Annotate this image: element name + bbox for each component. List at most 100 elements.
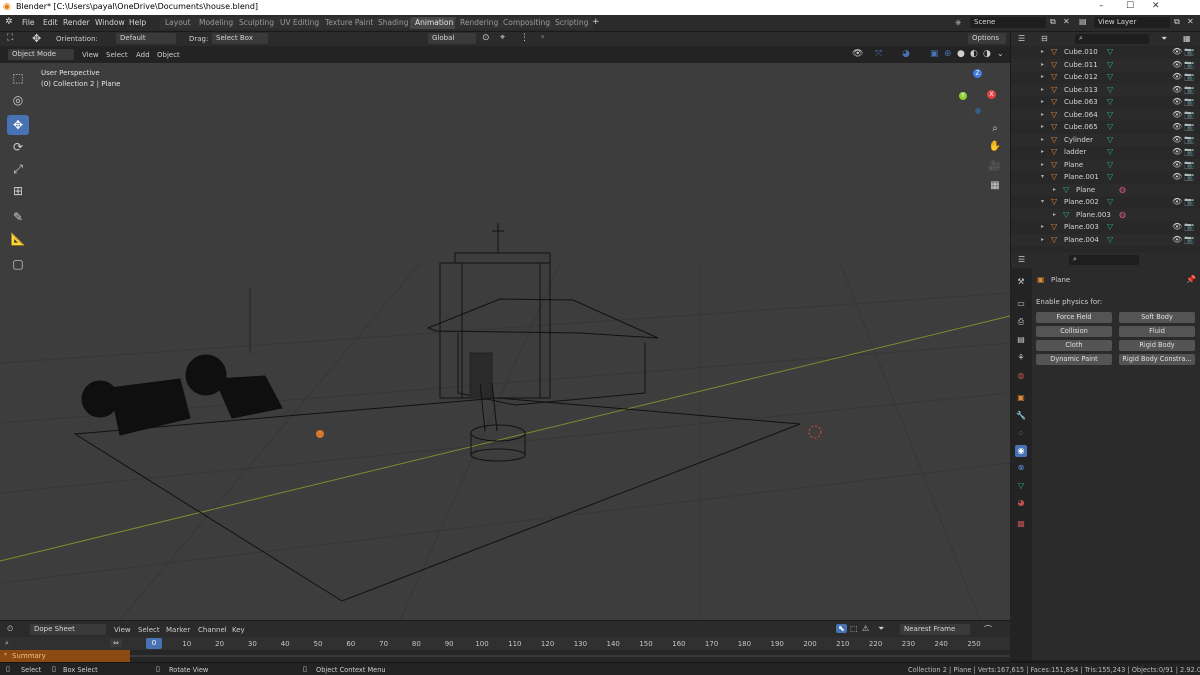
render-tab-icon[interactable]: ▭ <box>1015 298 1027 310</box>
xray-toggle-icon[interactable]: ▣ <box>930 49 939 59</box>
expand-arrow-icon[interactable]: ▸ <box>1041 123 1044 130</box>
scene-selector[interactable]: Scene <box>970 17 1046 28</box>
frame-ruler[interactable]: ⌕ ⇔ 0 10 20 30 40 50 60 70 80 90 100 110 120 130 140 1… <box>0 637 1010 650</box>
visibility-icon[interactable]: 👁 <box>852 49 863 59</box>
dopesheet-menu-key[interactable]: Key <box>232 626 245 634</box>
viewport-menu-view[interactable]: View <box>82 51 99 59</box>
visibility-eye-icon[interactable]: 👁 <box>1172 147 1182 156</box>
rigid-body-constraint-button[interactable]: Rigid Body Constra... <box>1119 354 1195 365</box>
material-icon[interactable]: ◍ <box>1119 210 1126 219</box>
mesh-data-icon[interactable]: ▽ <box>1107 85 1113 94</box>
mesh-data-icon[interactable]: ▽ <box>1107 97 1113 106</box>
blender-menu-icon[interactable]: ✲ <box>5 17 13 27</box>
menu-help[interactable]: Help <box>129 18 146 27</box>
expand-arrow-icon[interactable]: ▸ <box>1041 161 1044 168</box>
expand-icon[interactable]: ▾ <box>4 651 7 658</box>
summary-channel[interactable]: ▾ Summary <box>0 650 130 662</box>
shading-options-icon[interactable]: ⌄ <box>997 49 1004 58</box>
ruler-search-icon[interactable]: ⌕ <box>5 639 9 648</box>
mesh-data-icon[interactable]: ▽ <box>1107 72 1113 81</box>
zoom-icon[interactable]: ⌕ <box>986 120 1004 138</box>
particles-tab-icon[interactable]: ⁘ <box>1015 428 1027 440</box>
viewport-menu-object[interactable]: Object <box>157 51 180 59</box>
soft-body-button[interactable]: Soft Body <box>1119 312 1195 323</box>
collapse-arrow-icon[interactable]: ▾ <box>1041 173 1044 180</box>
material-tab-icon[interactable]: ◕ <box>1015 497 1027 509</box>
close-button[interactable]: ✕ <box>1152 1 1160 11</box>
mesh-data-icon[interactable]: ▽ <box>1107 197 1113 206</box>
scene-tab-icon[interactable]: ⚘ <box>1015 352 1027 364</box>
visibility-eye-icon[interactable]: 👁 <box>1172 97 1182 106</box>
mesh-data-icon[interactable]: ▽ <box>1107 160 1113 169</box>
outliner-row[interactable]: ▸ ▽ Cylinder ▽ 👁 📷 <box>1011 133 1200 146</box>
mesh-data-icon[interactable]: ▽ <box>1107 222 1113 231</box>
outliner-row[interactable]: ▸ ▽ Cube.012 ▽ 👁 📷 <box>1011 71 1200 84</box>
orientation-dropdown[interactable]: Default <box>116 33 176 44</box>
render-camera-icon[interactable]: 📷 <box>1184 172 1194 181</box>
maximize-button[interactable]: ☐ <box>1126 1 1134 11</box>
minimize-button[interactable]: – <box>1099 1 1104 11</box>
solid-shading-icon[interactable]: ● <box>957 49 965 59</box>
visibility-eye-icon[interactable]: 👁 <box>1172 235 1182 244</box>
only-selected-icon[interactable]: ⬉ <box>836 624 847 633</box>
expand-arrow-icon[interactable]: ▸ <box>1041 223 1044 230</box>
render-camera-icon[interactable]: 📷 <box>1184 147 1194 156</box>
ortho-toggle-icon[interactable]: ▦ <box>986 177 1004 195</box>
mesh-data-icon[interactable]: ▽ <box>1107 135 1113 144</box>
outliner-editor-icon[interactable]: ☰ <box>1018 34 1025 43</box>
measure-tool-icon[interactable]: 📐 <box>7 229 29 249</box>
current-frame-indicator[interactable]: 0 <box>146 638 162 649</box>
tab-layout[interactable]: Layout <box>160 17 196 29</box>
render-camera-icon[interactable]: 📷 <box>1184 135 1194 144</box>
new-view-layer-icon[interactable]: ⧉ <box>1174 17 1180 27</box>
viewport-menu-select[interactable]: Select <box>106 51 128 59</box>
visibility-eye-icon[interactable]: 👁 <box>1172 135 1182 144</box>
overlay-toggle-icon[interactable]: ◕ <box>902 49 910 59</box>
render-camera-icon[interactable]: 📷 <box>1184 60 1194 69</box>
tab-shading[interactable]: Shading <box>373 17 414 29</box>
select-tool-icon[interactable]: ⬚ <box>7 68 29 88</box>
mesh-data-icon[interactable]: ▽ <box>1107 122 1113 131</box>
material-icon[interactable]: ◍ <box>1119 185 1126 194</box>
render-camera-icon[interactable]: 📷 <box>1184 160 1194 169</box>
rigid-body-button[interactable]: Rigid Body <box>1119 340 1195 351</box>
expand-arrow-icon[interactable]: ▸ <box>1041 111 1044 118</box>
proportional-falloff-icon[interactable]: ⌒ <box>984 624 992 635</box>
add-cube-tool-icon[interactable]: ▢ <box>7 254 29 274</box>
tab-uv-editing[interactable]: UV Editing <box>275 17 325 29</box>
snap-target-icon[interactable]: ⋮ <box>520 33 529 43</box>
render-camera-icon[interactable]: 📷 <box>1184 47 1194 56</box>
tab-sculpting[interactable]: Sculpting <box>234 17 280 29</box>
delete-view-layer-icon[interactable]: ✕ <box>1187 17 1194 26</box>
gizmo-z-axis[interactable]: Z <box>973 69 982 78</box>
visibility-eye-icon[interactable]: 👁 <box>1172 72 1182 81</box>
constraints-tab-icon[interactable]: ⊗ <box>1015 462 1027 474</box>
options-dropdown[interactable]: Options <box>968 33 1006 44</box>
add-workspace-button[interactable]: + <box>592 17 600 27</box>
view-layer-selector[interactable]: View Layer <box>1094 17 1170 28</box>
filter-icon[interactable]: ⏷ <box>1161 34 1167 44</box>
cursor-tool-icon[interactable]: ◎ <box>7 90 29 110</box>
wireframe-shading-icon[interactable]: ⊕ <box>944 49 952 59</box>
dopesheet-menu-select[interactable]: Select <box>138 626 160 634</box>
drag-dropdown[interactable]: Select Box <box>212 33 268 44</box>
new-scene-icon[interactable]: ⧉ <box>1050 17 1056 27</box>
delete-scene-icon[interactable]: ✕ <box>1063 17 1070 26</box>
outliner-row[interactable]: ▸ ▽ Plane.003 ▽ 👁 📷 <box>1011 221 1200 234</box>
expand-arrow-icon[interactable]: ▸ <box>1041 86 1044 93</box>
collision-button[interactable]: Collision <box>1036 326 1112 337</box>
properties-search-input[interactable] <box>1069 255 1139 265</box>
pan-hand-icon[interactable]: ✋ <box>986 138 1004 156</box>
transform-tool-icon[interactable]: ⊞ <box>7 181 29 201</box>
rotate-tool-icon[interactable]: ⟳ <box>7 137 29 157</box>
menu-file[interactable]: File <box>22 18 35 27</box>
render-camera-icon[interactable]: 📷 <box>1184 72 1194 81</box>
render-camera-icon[interactable]: 📷 <box>1184 222 1194 231</box>
mesh-data-icon[interactable]: ▽ <box>1107 110 1113 119</box>
range-toggle-icon[interactable]: ⇔ <box>110 639 122 647</box>
timeline-editor-icon[interactable]: ⏲ <box>7 624 13 634</box>
outliner-row[interactable]: ▸ ▽ Plane ◍ <box>1011 183 1200 196</box>
expand-arrow-icon[interactable]: ▸ <box>1053 186 1056 193</box>
force-field-button[interactable]: Force Field <box>1036 312 1112 323</box>
outliner-row[interactable]: ▸ ▽ Cube.011 ▽ 👁 📷 <box>1011 58 1200 71</box>
